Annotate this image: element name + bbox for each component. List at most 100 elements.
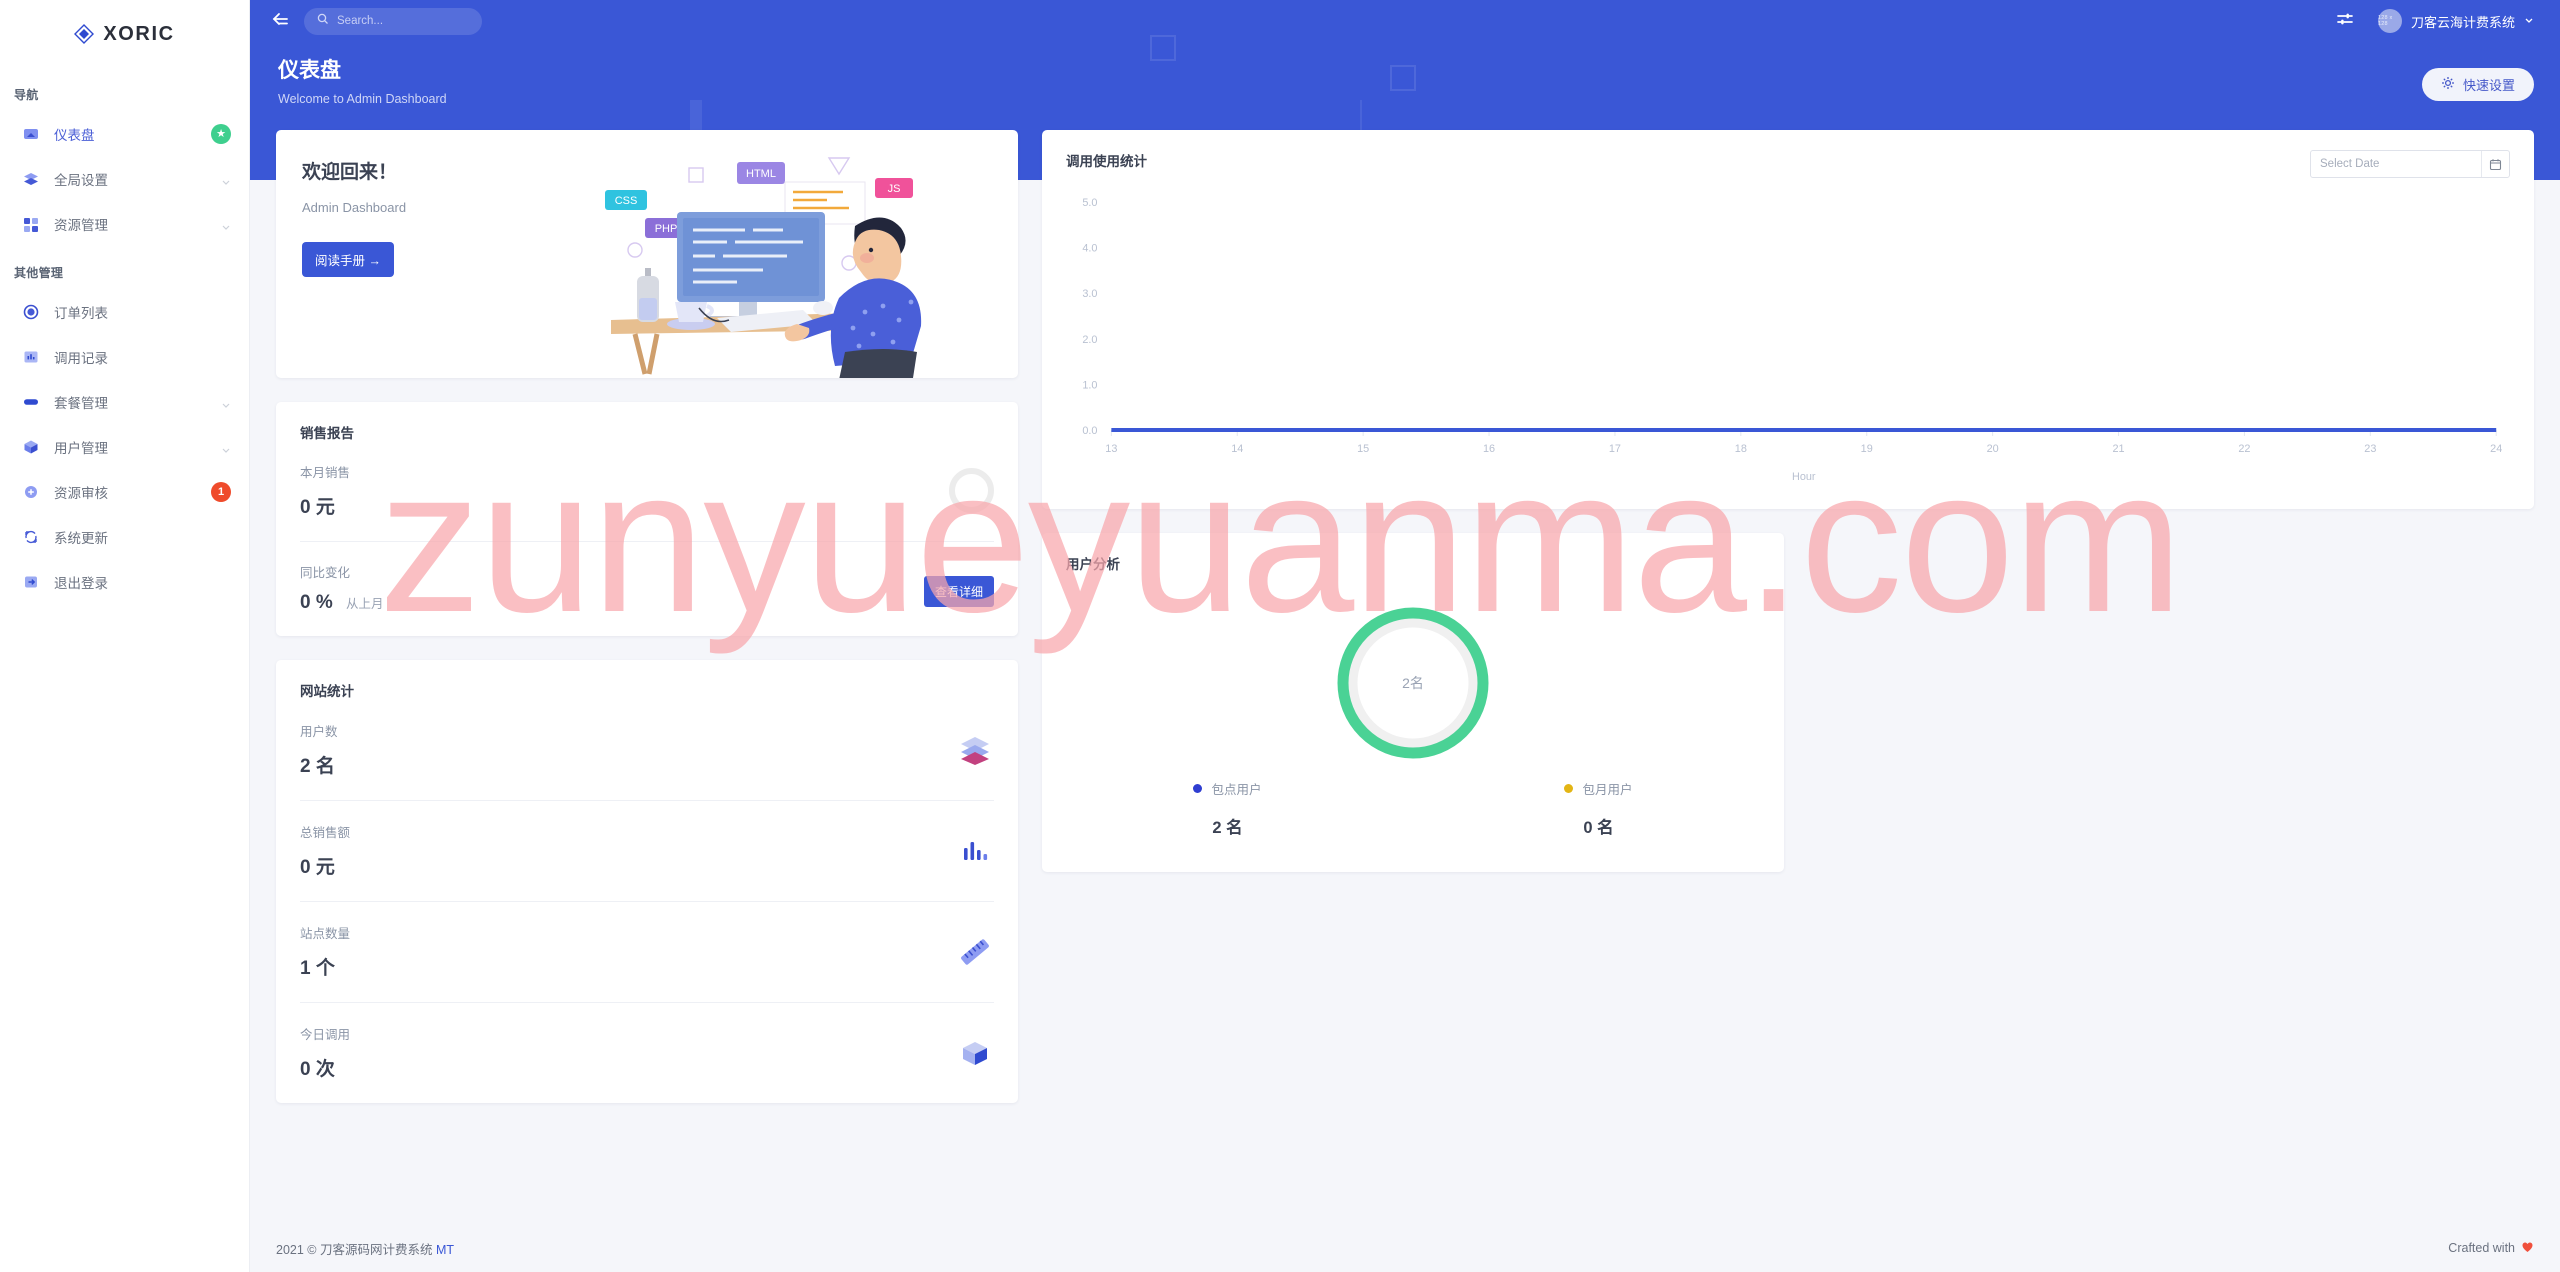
collapse-sidebar-button[interactable] [264, 5, 296, 37]
svg-text:21: 21 [2112, 443, 2124, 455]
sidebar-item-label: 资源管理 [54, 217, 108, 233]
stat-label: 今日调用 [300, 1028, 351, 1042]
legend-header: 包月用户 [1413, 779, 1784, 798]
heart-icon [2521, 1241, 2534, 1256]
chevron-down-icon [2524, 12, 2534, 30]
stat-number: 2 [300, 756, 311, 777]
status-badge: ★ [211, 123, 231, 144]
user-menu[interactable]: 128 x 128 刀客云海计费系统 [2377, 9, 2534, 33]
user-analysis-card: 用户分析 2名 包点用户 2 名 包月用户 0 名 [1042, 533, 1784, 872]
svg-text:PHP: PHP [655, 223, 678, 235]
stat-text: 站点数量 1 个 [300, 923, 350, 980]
stat-number: 1 [300, 958, 311, 979]
sales-row-monthly: 本月销售 0 元 [300, 442, 994, 541]
sidebar-item-resource-review[interactable]: 资源审核 1 [0, 469, 249, 514]
legend-dot-icon [1193, 784, 1203, 793]
stat-value: 2 名 [300, 751, 338, 778]
view-detail-button[interactable]: 查看详细 [923, 576, 994, 607]
user-name: 刀客云海计费系统 [2410, 14, 2515, 30]
stat-value: 0 元 [300, 852, 350, 879]
settings-sliders-button[interactable] [2332, 8, 2358, 34]
legend-item-point-users: 包点用户 2 名 [1042, 779, 1413, 838]
main-area: 128 x 128 刀客云海计费系统 仪表盘 Welcome to Admin … [250, 0, 2560, 1272]
bar-chart-icon [956, 832, 994, 870]
sidebar-item-label: 系统更新 [54, 530, 108, 546]
app-root: XORIC 导航 仪表盘 ★ 全局设置 资源管理 其他管理 订单列表 调用记录 … [0, 0, 2560, 1272]
date-picker-placeholder: Select Date [2320, 158, 2380, 170]
footer-link[interactable]: MT [436, 1243, 454, 1257]
date-picker[interactable]: Select Date [2310, 150, 2510, 178]
chevron-down-icon [221, 219, 231, 230]
stat-number: 0 [300, 497, 311, 518]
stat-number: 0 [300, 592, 311, 613]
footer-credit: Crafted with [2448, 1241, 2534, 1256]
stat-suffix: 从上月 [346, 597, 384, 611]
sales-report-card: 销售报告 本月销售 0 元 同比变化 0 % 从上月 查看详细 [276, 402, 1018, 636]
diamond-logo-icon [74, 24, 95, 44]
search-box[interactable] [304, 7, 482, 35]
svg-text:24: 24 [2490, 443, 2502, 455]
stat-value: 0 元 [300, 492, 350, 519]
svg-text:22: 22 [2238, 443, 2250, 455]
sidebar-item-global-settings[interactable]: 全局设置 [0, 156, 249, 201]
welcome-card: 欢迎回来！ Admin Dashboard 阅读手册 → CSS PHP HTM… [276, 130, 1018, 378]
quick-settings-button[interactable]: 快速设置 [2421, 68, 2534, 101]
copyright-text: 2021 © 刀客源码网计费系统 [276, 1242, 433, 1257]
gear-icon [2441, 76, 2455, 93]
welcome-text: 欢迎回来！ Admin Dashboard 阅读手册 → [276, 130, 576, 378]
stat-unit: 名 [315, 756, 335, 777]
brand-name: XORIC [103, 22, 175, 45]
donut-legend: 包点用户 2 名 包月用户 0 名 [1042, 773, 1784, 872]
circle-icon [22, 303, 40, 321]
svg-text:0.0: 0.0 [1082, 425, 1097, 437]
stat-value: 1 个 [300, 953, 350, 980]
chevron-down-icon [221, 174, 231, 185]
site-stats-title: 网站统计 [300, 684, 354, 699]
donut-center-label: 2名 [1402, 675, 1424, 691]
svg-text:23: 23 [2364, 443, 2376, 455]
sidebar-item-order-list[interactable]: 订单列表 [0, 289, 249, 334]
svg-text:HTML: HTML [746, 168, 776, 180]
sidebar-item-call-records[interactable]: 调用记录 [0, 334, 249, 379]
right-column: 调用使用统计 Select Date 0.0 1.0 2.0 3.0 4.0 5… [1042, 130, 2534, 872]
refresh-icon [22, 528, 40, 546]
stat-text: 用户数 2 名 [300, 721, 338, 778]
page-subtitle: Welcome to Admin Dashboard [278, 92, 447, 106]
calendar-icon[interactable] [2481, 151, 2509, 177]
svg-text:15: 15 [1357, 443, 1369, 455]
sidebar: XORIC 导航 仪表盘 ★ 全局设置 资源管理 其他管理 订单列表 调用记录 … [0, 0, 250, 1272]
header-bar: 128 x 128 刀客云海计费系统 [250, 0, 2560, 42]
sidebar-item-package-management[interactable]: 套餐管理 [0, 379, 249, 424]
sales-row-yoy: 同比变化 0 % 从上月 查看详细 [300, 541, 994, 636]
svg-text:3.0: 3.0 [1082, 288, 1097, 300]
site-stats-card: 网站统计 用户数 2 名 总销售额 0 元 站点数量 1 个 今日调用 0 次 [276, 660, 1018, 1103]
stat-label: 总销售额 [300, 826, 351, 840]
search-input[interactable] [337, 15, 469, 27]
left-column: 欢迎回来！ Admin Dashboard 阅读手册 → CSS PHP HTM… [276, 130, 1018, 1103]
stat-value: 0 % 从上月 [300, 592, 384, 614]
sidebar-item-logout[interactable]: 退出登录 [0, 559, 249, 604]
stat-label: 本月销售 [300, 466, 351, 480]
read-manual-button[interactable]: 阅读手册 → [302, 242, 394, 277]
bar-chart-icon [22, 348, 40, 366]
sidebar-item-user-management[interactable]: 用户管理 [0, 424, 249, 469]
stat-unit: % [315, 592, 333, 613]
stat-text: 今日调用 0 次 [300, 1024, 350, 1081]
sidebar-item-dashboard[interactable]: 仪表盘 ★ [0, 111, 249, 156]
stat-row-today-calls: 今日调用 0 次 [300, 1002, 994, 1103]
svg-text:14: 14 [1231, 443, 1243, 455]
pill-icon [22, 393, 40, 411]
search-icon [317, 12, 329, 30]
stat-number: 0 [300, 857, 311, 878]
donut-chart: 2名 [1042, 573, 1784, 773]
sidebar-item-system-update[interactable]: 系统更新 [0, 514, 249, 559]
brand-logo[interactable]: XORIC [0, 0, 249, 68]
sidebar-item-label: 资源审核 [54, 485, 108, 501]
chevron-down-icon [221, 397, 231, 408]
progress-ring [949, 468, 994, 513]
page-header: 仪表盘 Welcome to Admin Dashboard 快速设置 [250, 42, 2560, 106]
stat-value: 0 次 [300, 1054, 350, 1081]
sidebar-item-resource-management[interactable]: 资源管理 [0, 201, 249, 246]
sales-report-body: 本月销售 0 元 同比变化 0 % 从上月 查看详细 [276, 442, 1018, 636]
stat-number: 0 [300, 1059, 311, 1080]
